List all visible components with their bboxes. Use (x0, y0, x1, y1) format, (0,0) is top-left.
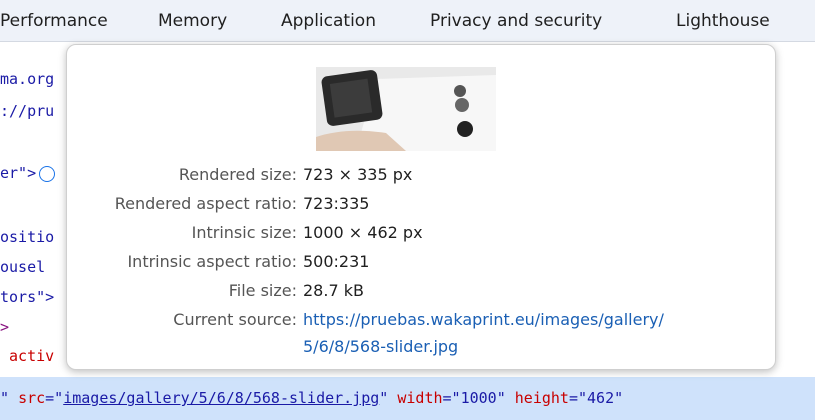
intrinsic-aspect-value: 500:231 (303, 252, 370, 271)
tab-performance[interactable]: Performance (0, 11, 108, 31)
flex-badge-icon[interactable] (39, 165, 56, 182)
dom-line[interactable]: ositio (0, 226, 54, 248)
rendered-size-label: Rendered size: (178, 165, 297, 184)
dom-line[interactable]: ://pru (0, 100, 54, 122)
image-thumbnail (316, 67, 496, 151)
dom-line[interactable]: > (0, 316, 9, 338)
intrinsic-size-value: 1000 × 462 px (303, 223, 423, 242)
tab-lighthouse[interactable]: Lighthouse (676, 11, 770, 31)
file-size-row: File size: 28.7 kB (67, 279, 777, 303)
slider-image-preview (316, 67, 496, 151)
dom-line[interactable]: ousel (0, 256, 45, 278)
intrinsic-size-row: Intrinsic size: 1000 × 462 px (67, 221, 777, 245)
dom-line[interactable]: er"> (0, 162, 56, 184)
tab-application[interactable]: Application (281, 11, 376, 31)
image-preview-tooltip: Rendered size: 723 × 335 px Rendered asp… (66, 44, 776, 370)
rendered-size-value: 723 × 335 px (303, 165, 413, 184)
rendered-size-row: Rendered size: 723 × 335 px (67, 163, 777, 187)
tab-privacy-and-security[interactable]: Privacy and security (430, 11, 602, 31)
img-element-line[interactable]: " src="images/gallery/5/6/8/568-slider.j… (0, 387, 623, 409)
intrinsic-aspect-label: Intrinsic aspect ratio: (127, 252, 297, 271)
devtools-tab-bar: Performance Memory Application Privacy a… (0, 0, 815, 42)
dom-line[interactable]: ma.org (0, 68, 54, 90)
current-source-row: Current source: https://pruebas.wakaprin… (67, 308, 777, 332)
current-source-row-cont: 5/6/8/568-slider.jpg (67, 335, 777, 359)
current-source-label: Current source: (173, 310, 297, 329)
intrinsic-size-label: Intrinsic size: (191, 223, 297, 242)
src-link[interactable]: images/gallery/5/6/8/568-slider.jpg (63, 389, 379, 407)
rendered-aspect-value: 723:335 (303, 194, 370, 213)
file-size-label: File size: (228, 281, 297, 300)
rendered-aspect-label: Rendered aspect ratio: (114, 194, 297, 213)
current-source-link[interactable]: https://pruebas.wakaprint.eu/images/gall… (303, 308, 664, 332)
tab-memory[interactable]: Memory (158, 11, 227, 31)
dom-line[interactable]: activ (0, 345, 54, 367)
current-source-link-cont[interactable]: 5/6/8/568-slider.jpg (303, 335, 458, 359)
rendered-aspect-row: Rendered aspect ratio: 723:335 (67, 192, 777, 216)
selected-dom-line[interactable]: " src="images/gallery/5/6/8/568-slider.j… (0, 377, 815, 420)
dom-line[interactable]: tors"> (0, 286, 54, 308)
intrinsic-aspect-row: Intrinsic aspect ratio: 500:231 (67, 250, 777, 274)
file-size-value: 28.7 kB (303, 281, 364, 300)
